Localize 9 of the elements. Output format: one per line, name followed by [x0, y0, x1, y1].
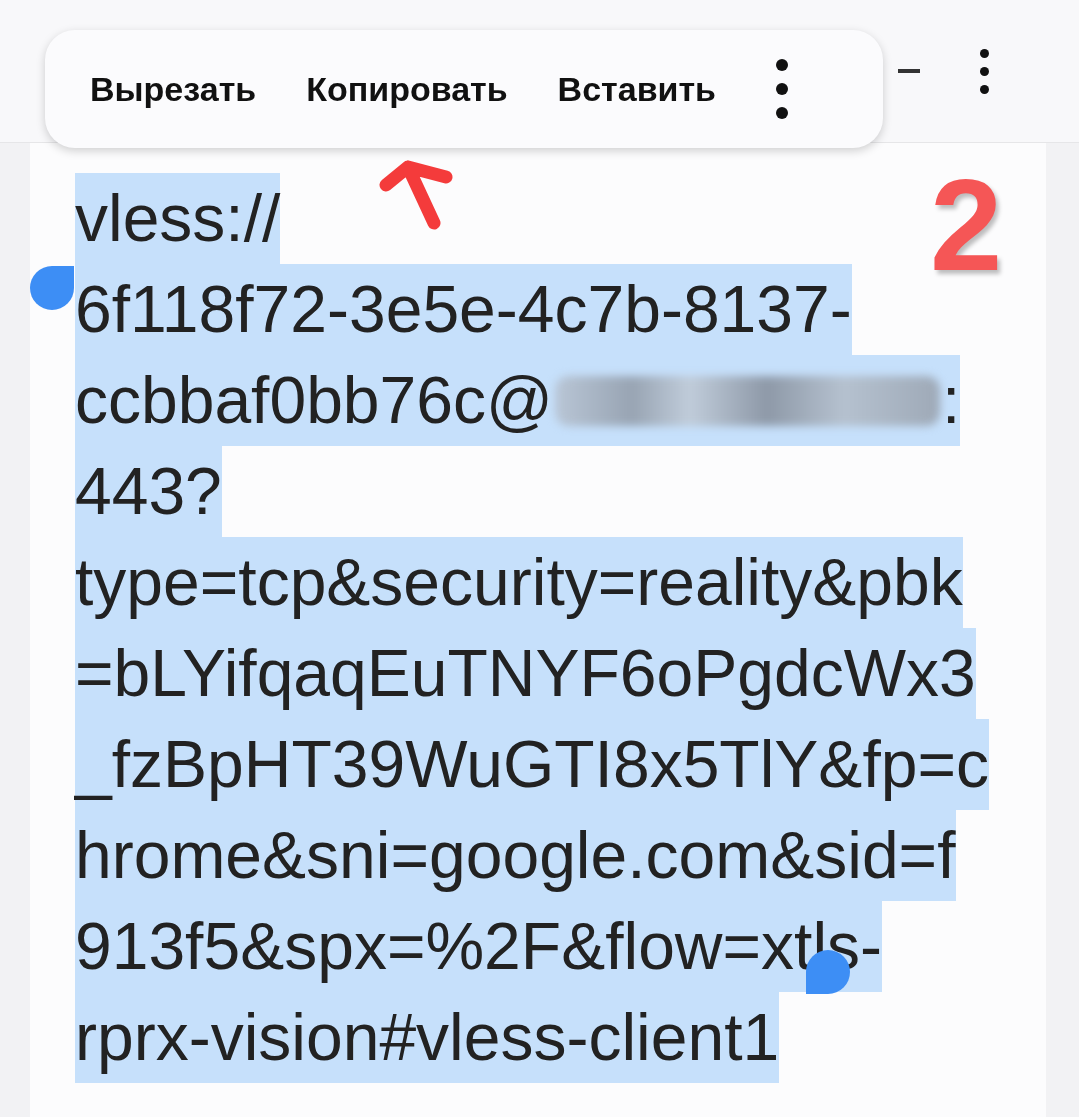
dash-icon — [898, 69, 920, 73]
menu-item[interactable]: Вставить — [557, 69, 716, 109]
more-options-icon[interactable] — [776, 59, 788, 119]
url-text: ccbbaf0bb76c@ — [75, 362, 553, 439]
annotation-number: 2 — [930, 160, 1003, 290]
more-options-icon[interactable] — [980, 48, 989, 94]
url-text: : — [942, 362, 961, 439]
menu-item[interactable]: Копировать — [306, 69, 508, 109]
menu-item[interactable]: Вырезать — [90, 69, 257, 109]
